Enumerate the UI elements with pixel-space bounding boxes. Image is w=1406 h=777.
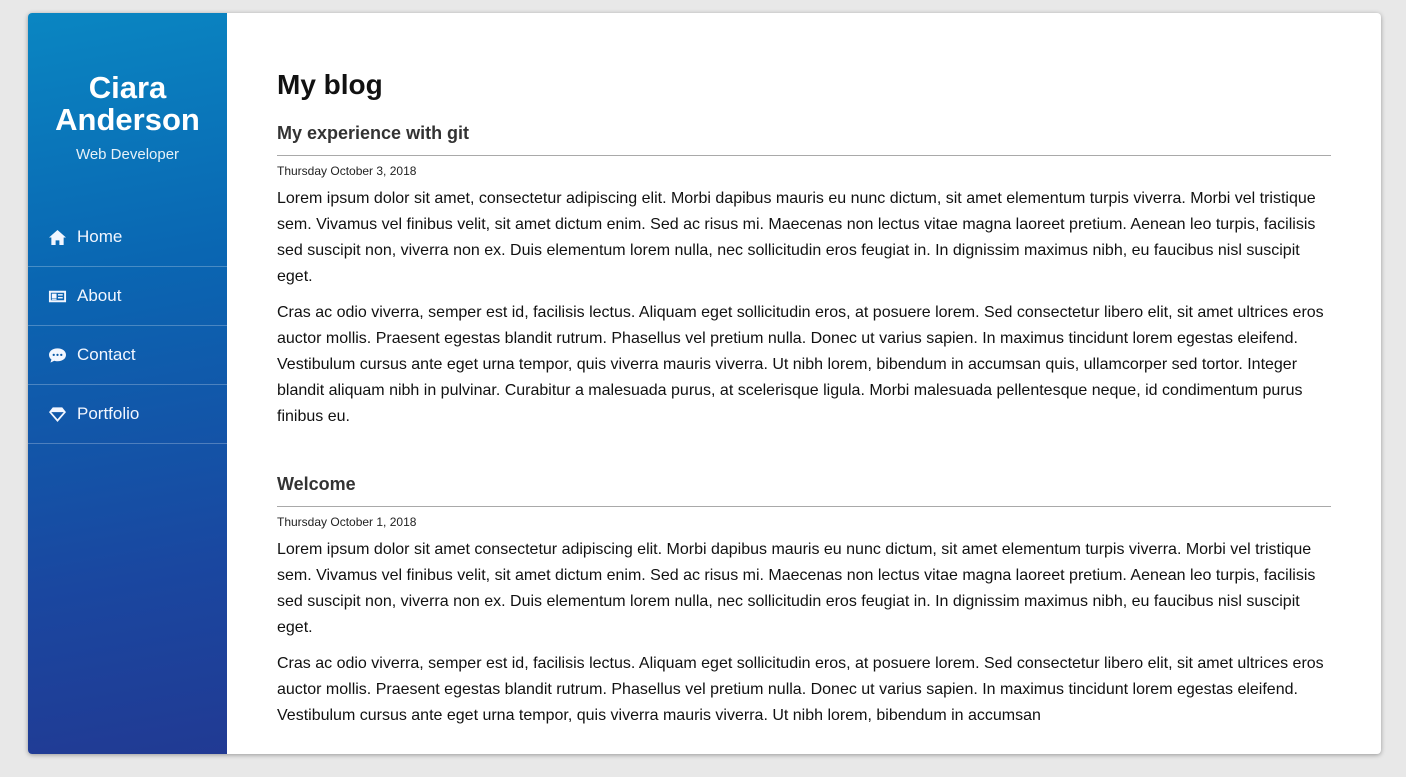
post-paragraph: Cras ac odio viverra, semper est id, fac… bbox=[277, 304, 1324, 425]
post-date: Thursday October 1, 2018 bbox=[277, 515, 417, 529]
sidebar-item-label: About bbox=[77, 286, 122, 305]
post-paragraph: Lorem ipsum dolor sit amet consectetur a… bbox=[277, 541, 1316, 636]
sidebar-nav: Home About Contact Portfolio bbox=[28, 208, 227, 444]
sidebar: Ciara Anderson Web Developer Home About bbox=[28, 13, 227, 754]
main-content: My blog My experience with git Thursday … bbox=[227, 13, 1381, 754]
app-window: Ciara Anderson Web Developer Home About bbox=[28, 13, 1381, 754]
blog-post: Welcome Thursday October 1, 2018 Lorem i… bbox=[277, 474, 1331, 729]
chat-bubble-icon bbox=[47, 346, 67, 364]
id-card-icon bbox=[47, 287, 67, 305]
post-paragraph: Lorem ipsum dolor sit amet, consectetur … bbox=[277, 190, 1316, 285]
sidebar-item-label: Contact bbox=[77, 345, 136, 364]
sidebar-item-label: Portfolio bbox=[77, 404, 140, 423]
blog-post: My experience with git Thursday October … bbox=[277, 123, 1331, 430]
post-title[interactable]: My experience with git bbox=[277, 123, 1331, 156]
profile-role: Web Developer bbox=[75, 146, 180, 163]
profile-header: Ciara Anderson Web Developer bbox=[28, 13, 227, 208]
post-title[interactable]: Welcome bbox=[277, 474, 1331, 507]
post-paragraph: Cras ac odio viverra, semper est id, fac… bbox=[277, 655, 1324, 724]
home-icon bbox=[47, 228, 67, 246]
sidebar-item-label: Home bbox=[77, 227, 123, 246]
profile-name: Ciara Anderson bbox=[55, 70, 200, 137]
page-title: My blog bbox=[277, 69, 383, 100]
sidebar-item-portfolio[interactable]: Portfolio bbox=[28, 385, 227, 444]
sidebar-item-contact[interactable]: Contact bbox=[28, 326, 227, 385]
sidebar-item-home[interactable]: Home bbox=[28, 208, 227, 267]
post-date: Thursday October 3, 2018 bbox=[277, 164, 417, 178]
diamond-icon bbox=[47, 405, 67, 423]
sidebar-item-about[interactable]: About bbox=[28, 267, 227, 326]
